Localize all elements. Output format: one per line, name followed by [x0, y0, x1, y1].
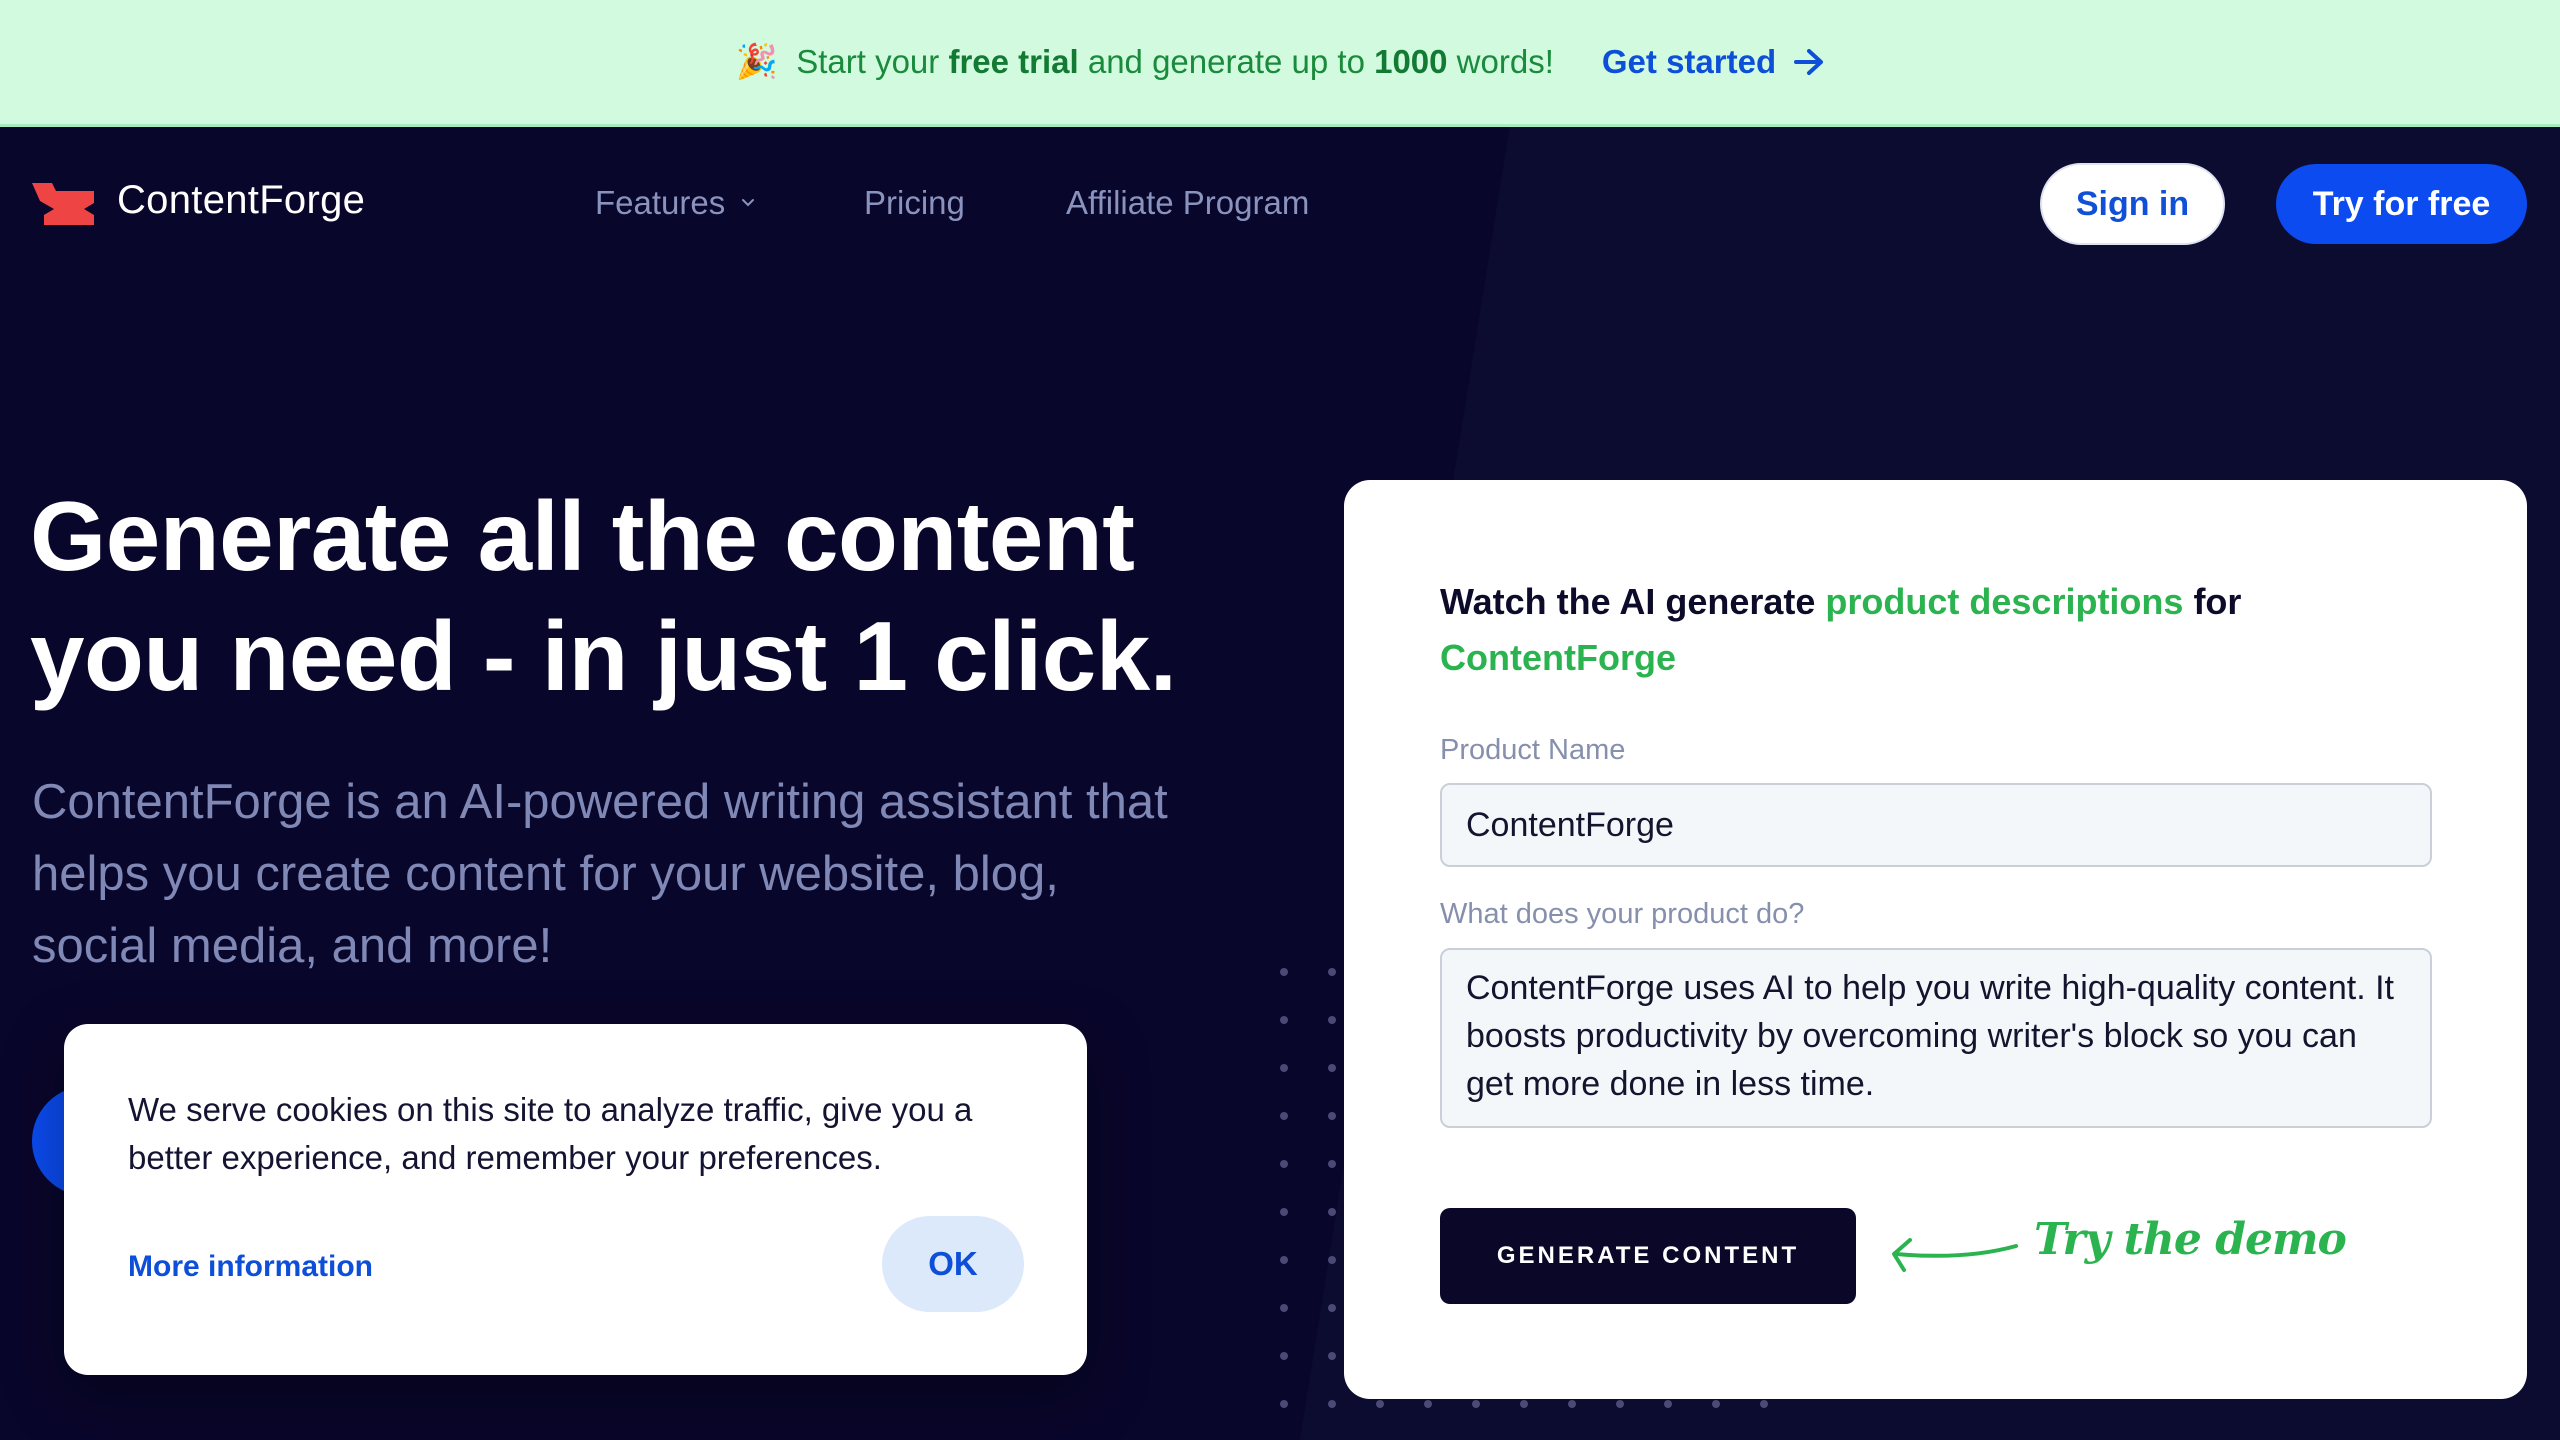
sign-in-button[interactable]: Sign in — [2040, 163, 2225, 245]
grid-dot — [1664, 1400, 1672, 1408]
nav-features[interactable]: Features — [595, 184, 755, 222]
arrow-right-icon — [1794, 49, 1824, 75]
nav-affiliate-program[interactable]: Affiliate Program — [1066, 184, 1309, 222]
grid-dot — [1280, 1160, 1288, 1168]
grid-dot — [1616, 1400, 1624, 1408]
grid-dot — [1280, 1112, 1288, 1120]
product-description-textarea[interactable]: ContentForge uses AI to help you write h… — [1440, 948, 2432, 1128]
grid-dot — [1328, 1112, 1336, 1120]
chevron-down-icon — [742, 199, 755, 207]
grid-dot — [1328, 1208, 1336, 1216]
grid-dot — [1280, 1064, 1288, 1072]
grid-dot — [1328, 1016, 1336, 1024]
try-for-free-button[interactable]: Try for free — [2276, 164, 2527, 244]
hero-subtitle: ContentForge is an AI-powered writing as… — [32, 775, 1168, 973]
grid-dot — [1280, 1400, 1288, 1408]
grid-dot — [1472, 1400, 1480, 1408]
demo-card-title: Watch the AI generate product descriptio… — [1440, 581, 2242, 678]
brand-name[interactable]: ContentForge — [117, 178, 365, 223]
hand-drawn-arrow-left-icon — [1892, 1238, 2018, 1272]
generate-content-button[interactable]: GENERATE CONTENT — [1440, 1208, 1856, 1304]
grid-dot — [1376, 1400, 1384, 1408]
banner-text: Start your free trial and generate up to… — [796, 43, 1554, 80]
grid-dot — [1712, 1400, 1720, 1408]
product-description-label: What does your product do? — [1440, 898, 1805, 930]
hero-heading: Generate all the content you need - in j… — [30, 481, 1177, 711]
nav-pricing[interactable]: Pricing — [864, 184, 965, 222]
party-popper-icon: 🎉 — [735, 43, 779, 81]
grid-dot — [1328, 1304, 1336, 1312]
cookie-ok-button[interactable]: OK — [882, 1216, 1024, 1312]
grid-dot — [1328, 1256, 1336, 1264]
promo-banner: 🎉 Start your free trial and generate up … — [0, 0, 2560, 127]
product-name-input[interactable]: ContentForge — [1440, 783, 2432, 867]
grid-dot — [1280, 1304, 1288, 1312]
grid-dot — [1328, 1160, 1336, 1168]
grid-dot — [1568, 1400, 1576, 1408]
product-name-label: Product Name — [1440, 734, 1626, 766]
get-started-link[interactable]: Get started — [1602, 43, 1824, 81]
demo-card: Watch the AI generate product descriptio… — [1344, 480, 2527, 1399]
grid-dot — [1280, 1208, 1288, 1216]
grid-dot — [1328, 1400, 1336, 1408]
grid-dot — [1328, 968, 1336, 976]
grid-dot — [1328, 1064, 1336, 1072]
contentforge-logo-icon[interactable] — [32, 183, 94, 225]
cookie-message: We serve cookies on this site to analyze… — [128, 1091, 973, 1176]
grid-dot — [1280, 1016, 1288, 1024]
cookie-consent-dialog: We serve cookies on this site to analyze… — [64, 1024, 1087, 1375]
try-the-demo-hint: Try the demo — [2034, 1214, 2347, 1265]
grid-dot — [1280, 1256, 1288, 1264]
grid-dot — [1760, 1400, 1768, 1408]
grid-dot — [1280, 968, 1288, 976]
grid-dot — [1424, 1400, 1432, 1408]
more-information-link[interactable]: More information — [128, 1250, 373, 1284]
grid-dot — [1520, 1400, 1528, 1408]
grid-dot — [1328, 1352, 1336, 1360]
grid-dot — [1280, 1352, 1288, 1360]
